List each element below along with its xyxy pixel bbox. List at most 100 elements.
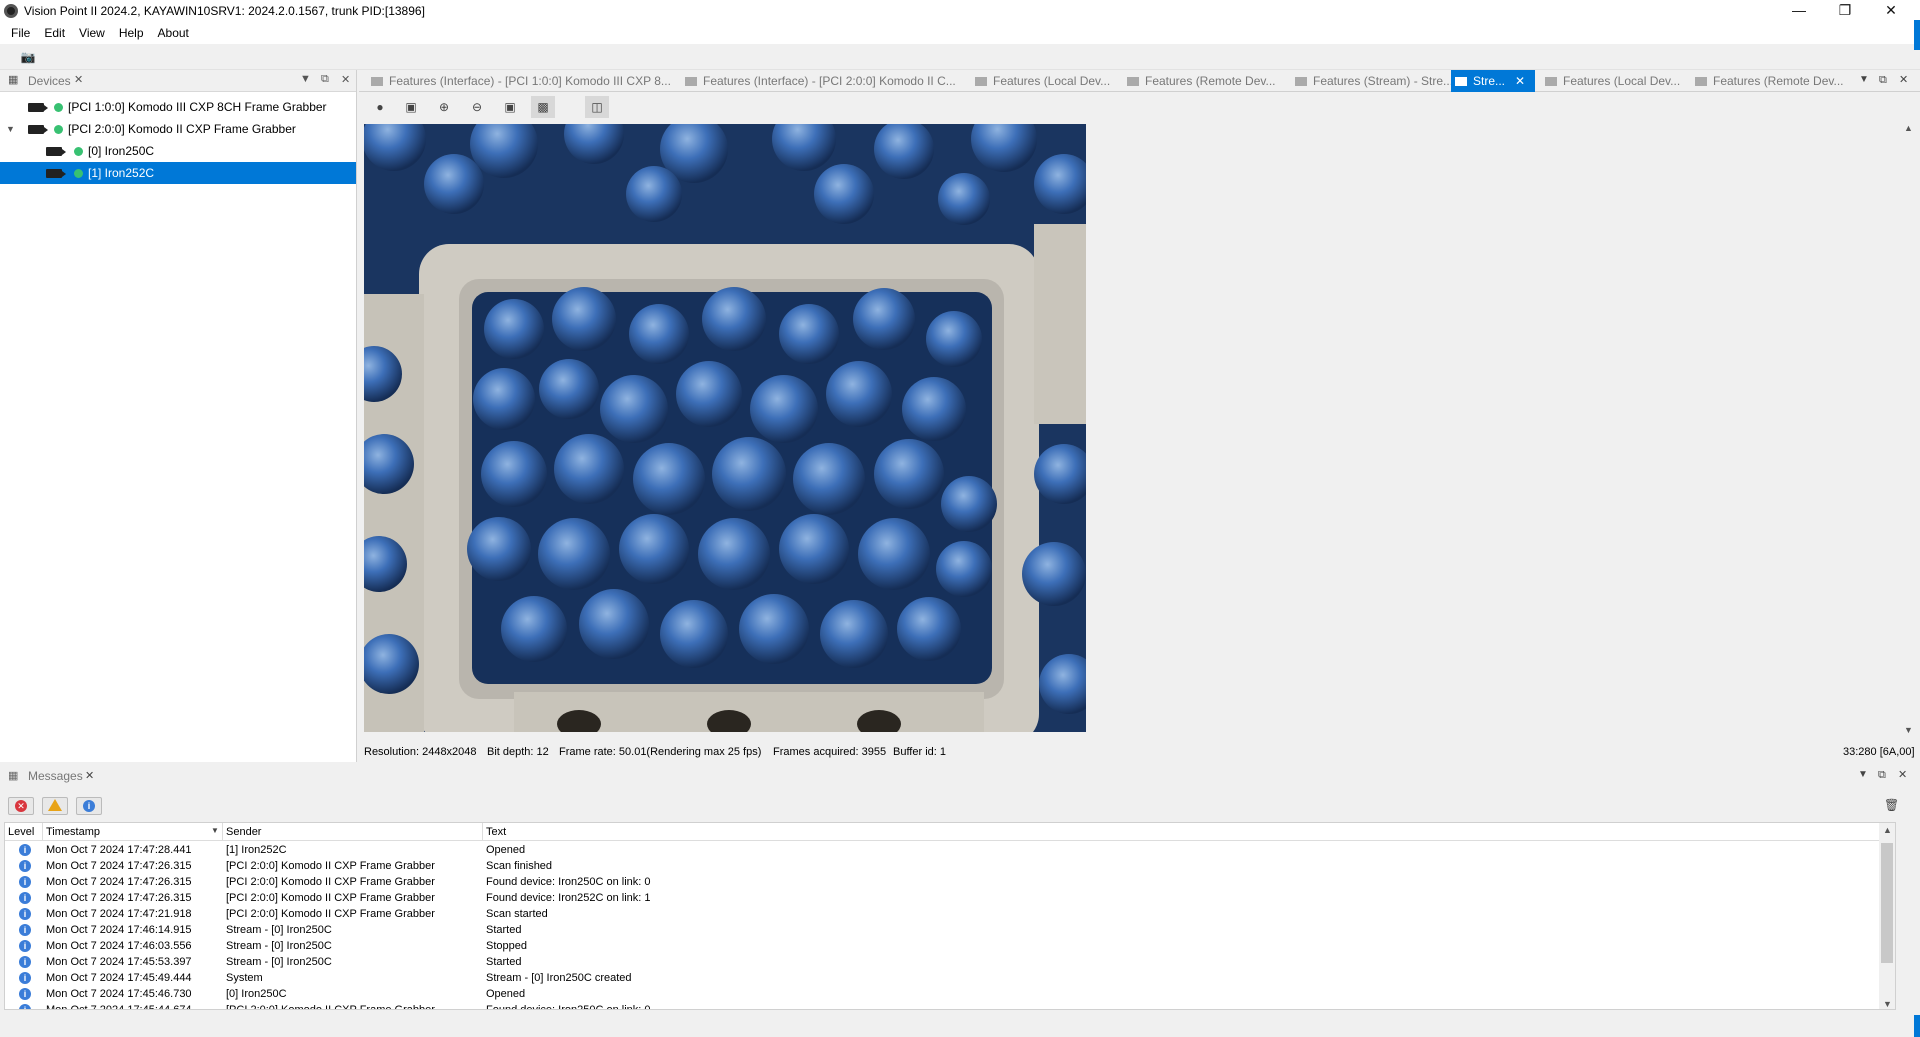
tab-features-stream[interactable]: Features (Stream) - Stre... (1291, 70, 1459, 92)
text-cell: Found device: Iron250C on link: 0 (486, 1004, 651, 1010)
window-edge-accent (1914, 1015, 1920, 1037)
tree-item-iron252c[interactable]: [1] Iron252C (0, 162, 356, 184)
column-timestamp[interactable]: Timestamp (43, 823, 223, 841)
timestamp-cell: Mon Oct 7 2024 17:45:49.444 (46, 972, 192, 984)
tree-item-label: [1] Iron252C (88, 166, 155, 180)
float-icon[interactable]: ⧉ (321, 73, 329, 86)
tabs-dropdown-icon[interactable]: ▼ (1859, 74, 1869, 85)
filter-info-button[interactable]: i (76, 797, 102, 815)
clear-messages-icon[interactable]: 🗑 (1884, 798, 1899, 812)
tab-icon (1127, 77, 1139, 87)
sender-cell: [PCI 2:0:0] Komodo II CXP Frame Grabber (226, 876, 435, 888)
tab-features-interface-komodo-ii[interactable]: Features (Interface) - [PCI 2:0:0] Komod… (681, 70, 971, 92)
sender-cell: System (226, 972, 263, 984)
scroll-up-icon[interactable]: ▲ (1904, 123, 1913, 133)
devices-panel: ▦ Devices ✕ ▼ ⧉ ✕ [PCI 1:0:0] Komodo III… (0, 70, 357, 762)
table-row[interactable]: i Mon Oct 7 2024 17:46:03.556 Stream - [0]… (5, 938, 1881, 954)
dropdown-icon[interactable]: ▼ (300, 73, 311, 85)
restore-button[interactable]: ❐ (1822, 0, 1868, 22)
zoom-out-icon[interactable]: ⊖ (465, 96, 489, 118)
tab-icon (371, 77, 383, 87)
table-row[interactable]: i Mon Oct 7 2024 17:47:26.315 [PCI 2:0:0] … (5, 874, 1881, 890)
filter-errors-button[interactable]: ✕ (8, 797, 34, 815)
column-text[interactable]: Text (483, 823, 1881, 841)
timestamp-cell: Mon Oct 7 2024 17:45:44.674 (46, 1004, 192, 1010)
frame-grabber-icon (28, 103, 48, 112)
devices-panel-title: Devices (28, 74, 71, 88)
tab-features-interface-komodo-iii[interactable]: Features (Interface) - [PCI 1:0:0] Komod… (367, 70, 679, 92)
record-icon[interactable]: ● (368, 96, 392, 118)
menu-view[interactable]: View (72, 26, 112, 40)
table-row[interactable]: i Mon Oct 7 2024 17:45:49.444 System Stream… (5, 970, 1881, 986)
status-led (74, 147, 83, 156)
tab-stream-active[interactable]: Stre... ✕ (1451, 70, 1535, 92)
scroll-down-icon[interactable]: ▼ (1883, 999, 1892, 1009)
column-sender[interactable]: Sender (223, 823, 483, 841)
info-icon: i (19, 1004, 31, 1009)
tab-features-remote-dev-1[interactable]: Features (Remote Dev... (1123, 70, 1291, 92)
overlay-toggle-icon[interactable]: ◫ (585, 96, 609, 118)
float-icon[interactable]: ⧉ (1878, 769, 1886, 782)
messages-icon: ▦ (8, 770, 19, 782)
camera-icon[interactable]: 📷 (17, 47, 39, 67)
chevron-down-icon[interactable]: ▼ (6, 118, 15, 140)
dropdown-icon[interactable]: ▼ (1858, 769, 1868, 780)
tree-item-label: [0] Iron250C (88, 144, 155, 158)
tab-label: Stre... (1473, 74, 1506, 88)
float-icon[interactable]: ⧉ (1879, 74, 1887, 87)
close-tab-icon[interactable]: ✕ (1515, 74, 1525, 88)
table-row[interactable]: i Mon Oct 7 2024 17:45:46.730 [0] Iron250C… (5, 986, 1881, 1002)
tab-label: Features (Remote Dev... (1145, 74, 1276, 88)
tab-label: Features (Interface) - [PCI 1:0:0] Komod… (389, 74, 671, 88)
bit-depth-text: Bit depth: 12 (487, 746, 549, 758)
app-icon (4, 4, 18, 18)
table-row[interactable]: i Mon Oct 7 2024 17:45:44.674 [PCI 2:0:0] … (5, 1002, 1881, 1010)
scroll-up-icon[interactable]: ▲ (1883, 825, 1892, 835)
status-led (74, 169, 83, 178)
table-row[interactable]: i Mon Oct 7 2024 17:47:26.315 [PCI 2:0:0] … (5, 890, 1881, 906)
close-tab-icon[interactable]: ✕ (74, 73, 83, 86)
close-window-button[interactable]: ✕ (1868, 0, 1914, 22)
table-row[interactable]: i Mon Oct 7 2024 17:46:14.915 Stream - [0]… (5, 922, 1881, 938)
table-row[interactable]: i Mon Oct 7 2024 17:45:53.397 Stream - [0]… (5, 954, 1881, 970)
menu-edit[interactable]: Edit (37, 26, 72, 40)
tab-icon (685, 77, 697, 87)
messages-panel-title: Messages (28, 769, 83, 783)
close-panel-icon[interactable]: ✕ (341, 73, 350, 86)
filter-warnings-button[interactable] (42, 797, 68, 815)
close-panel-icon[interactable]: ✕ (1899, 73, 1908, 86)
tab-icon (1695, 77, 1707, 87)
messages-scrollbar[interactable]: ▲ ▼ (1879, 823, 1895, 1009)
timestamp-cell: Mon Oct 7 2024 17:46:14.915 (46, 924, 192, 936)
menu-file[interactable]: File (4, 26, 37, 40)
tree-item-komodo-iii[interactable]: [PCI 1:0:0] Komodo III CXP 8CH Frame Gra… (0, 96, 356, 118)
table-row[interactable]: i Mon Oct 7 2024 17:47:28.441 [1] Iron252C… (5, 842, 1881, 858)
menu-about[interactable]: About (151, 26, 196, 40)
buffer-id-text: Buffer id: 1 (893, 746, 946, 758)
fit-to-window-icon[interactable]: ▣ (498, 96, 522, 118)
messages-table: Level Timestamp ▼ Sender Text i Mon Oct 7… (4, 822, 1896, 1010)
status-led (54, 103, 63, 112)
tab-features-local-dev-1[interactable]: Features (Local Dev... (971, 70, 1123, 92)
viewer-scrollbar[interactable]: ▲ ▼ (1900, 121, 1917, 737)
close-tab-icon[interactable]: ✕ (85, 769, 94, 782)
tab-features-local-dev-2[interactable]: Features (Local Dev... (1541, 70, 1689, 92)
frame-grabber-icon (28, 125, 48, 134)
scroll-thumb[interactable] (1881, 843, 1893, 963)
timestamp-cell: Mon Oct 7 2024 17:47:21.918 (46, 908, 192, 920)
column-level[interactable]: Level (5, 823, 43, 841)
scroll-down-icon[interactable]: ▼ (1904, 725, 1913, 735)
menu-help[interactable]: Help (112, 26, 151, 40)
table-row[interactable]: i Mon Oct 7 2024 17:47:21.918 [PCI 2:0:0] … (5, 906, 1881, 922)
tree-item-iron250c[interactable]: [0] Iron250C (0, 140, 356, 162)
info-icon: i (19, 940, 31, 952)
sender-cell: [0] Iron250C (226, 988, 287, 1000)
close-panel-icon[interactable]: ✕ (1898, 768, 1907, 781)
tree-item-komodo-ii[interactable]: ▼ [PCI 2:0:0] Komodo II CXP Frame Grabbe… (0, 118, 356, 140)
snapshot-icon[interactable]: ▣ (399, 96, 423, 118)
zoom-in-icon[interactable]: ⊕ (432, 96, 456, 118)
tab-features-remote-dev-2[interactable]: Features (Remote Dev... (1691, 70, 1855, 92)
minimize-button[interactable]: — (1776, 0, 1822, 22)
table-row[interactable]: i Mon Oct 7 2024 17:47:26.315 [PCI 2:0:0] … (5, 858, 1881, 874)
actual-size-icon[interactable]: ▩ (531, 96, 555, 118)
